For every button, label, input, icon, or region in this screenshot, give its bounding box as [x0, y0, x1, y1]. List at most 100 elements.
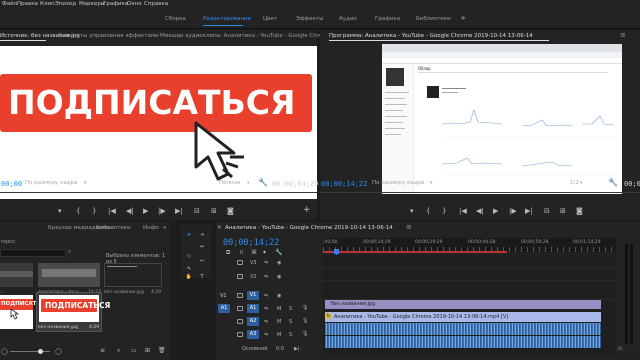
- program-marker-icon[interactable]: ▾: [410, 208, 414, 215]
- workspace-editing[interactable]: Редактирование: [203, 16, 251, 22]
- program-step-back-icon[interactable]: ◀|: [476, 208, 484, 215]
- workspace-audio[interactable]: Аудио: [339, 16, 357, 22]
- sync-lock-icon[interactable]: ⇋: [264, 306, 268, 312]
- program-resolution-dropdown[interactable]: 1/2: [570, 180, 579, 186]
- project-tabs-overflow-button[interactable]: »: [163, 225, 166, 231]
- eye-icon[interactable]: ◉: [277, 260, 281, 266]
- add-marker-icon[interactable]: ▾: [263, 249, 266, 256]
- timeline-close-icon[interactable]: ✕: [217, 225, 222, 231]
- slip-tool-icon[interactable]: ↦: [198, 257, 206, 265]
- clip-video[interactable]: fx Аналитика - YouTube - Google Chrome 2…: [325, 312, 601, 322]
- program-mark-out-icon[interactable]: }: [442, 208, 446, 215]
- timeline-wrench-icon[interactable]: 🔧: [275, 249, 282, 256]
- microphone-icon[interactable]: 🎙: [302, 305, 308, 311]
- find-icon[interactable]: ⌕: [117, 347, 120, 355]
- timeline-timecode[interactable]: 00;00;14;22: [223, 238, 279, 248]
- clip-image[interactable]: без названия.jpg: [325, 300, 601, 309]
- microphone-icon[interactable]: 🎙: [302, 318, 308, 324]
- project-search-input[interactable]: [0, 249, 66, 257]
- project-item-thumb-subscribe[interactable]: ПОДПИСАТЬСЯ: [0, 295, 49, 329]
- program-timecode[interactable]: 00;00;14;22: [321, 180, 367, 188]
- sort-icon[interactable]: ≡: [100, 347, 105, 354]
- program-mark-in-icon[interactable]: {: [426, 208, 430, 215]
- lift-icon[interactable]: ⊟: [544, 208, 550, 215]
- program-go-to-in-icon[interactable]: |◀: [459, 208, 467, 215]
- program-scrub-bar[interactable]: [320, 192, 640, 193]
- tab-info[interactable]: Инфо: [143, 225, 159, 231]
- zoom-slider-thumb[interactable]: [38, 349, 43, 354]
- program-resolution-chevron-icon[interactable]: ▾: [580, 180, 583, 186]
- workspace-libraries[interactable]: Библиотеки: [416, 16, 451, 22]
- program-fit-chevron-icon[interactable]: ▾: [430, 180, 433, 186]
- menu-file[interactable]: Файл: [2, 1, 17, 7]
- program-play-icon[interactable]: ▶: [493, 208, 498, 215]
- add-button-icon[interactable]: +: [303, 206, 311, 215]
- export-frame-icon[interactable]: ◙: [227, 208, 234, 215]
- play-icon[interactable]: ▶: [143, 208, 148, 215]
- lock-icon[interactable]: [237, 319, 243, 324]
- eye-icon[interactable]: ◉: [277, 274, 281, 280]
- overwrite-icon[interactable]: ⊞: [211, 208, 217, 215]
- delete-icon[interactable]: 🗑: [158, 347, 166, 354]
- menu-clip[interactable]: Клип: [40, 1, 55, 7]
- track-label-v1[interactable]: V1: [247, 291, 259, 300]
- mark-out-icon[interactable]: }: [92, 208, 96, 215]
- tab-effect-controls[interactable]: Элементы управления эффектами: [58, 33, 159, 39]
- program-wrench-icon[interactable]: 🔧: [608, 178, 618, 187]
- zoom-out-icon[interactable]: ◯: [1, 348, 8, 355]
- zoom-slider[interactable]: [10, 351, 50, 352]
- project-item-thumb[interactable]: [104, 263, 162, 287]
- master-go-to-end-icon[interactable]: ▶|: [294, 346, 300, 352]
- mute-button[interactable]: M: [277, 319, 281, 325]
- wrench-icon[interactable]: 🔧: [258, 178, 268, 187]
- clip-audio-a1[interactable]: [325, 323, 601, 335]
- mute-button[interactable]: M: [277, 306, 281, 312]
- microphone-icon[interactable]: 🎙: [302, 331, 308, 337]
- eye-icon[interactable]: ◉: [277, 293, 281, 299]
- workspace-assembly[interactable]: Сборка: [165, 16, 186, 22]
- program-export-frame-icon[interactable]: ◙: [576, 208, 583, 215]
- hand-tool-icon[interactable]: ✋: [185, 273, 193, 281]
- ripple-edit-tool-icon[interactable]: ↔: [198, 243, 206, 251]
- step-forward-icon[interactable]: |▶: [158, 208, 166, 215]
- tab-audio-clip-mixer[interactable]: Микшер аудиоклипа: Аналитика - YouTube -…: [160, 33, 356, 39]
- source-scrub-bar[interactable]: [0, 192, 317, 193]
- menu-sequence[interactable]: Эпизод: [55, 1, 76, 7]
- clip-audio-a2[interactable]: [325, 336, 601, 348]
- solo-button[interactable]: S: [289, 319, 292, 325]
- search-icon[interactable]: ⌕: [68, 248, 71, 256]
- time-ruler[interactable]: ;00;00 00;00;14;29 00;00;29;29 00;00;44;…: [323, 238, 640, 253]
- program-menu-icon[interactable]: ≡: [620, 31, 626, 39]
- track-label-a3[interactable]: A3: [247, 330, 259, 339]
- track-select-tool-icon[interactable]: ⇥: [198, 231, 206, 239]
- workspaces-overflow-button[interactable]: »: [461, 14, 465, 22]
- lock-icon[interactable]: [237, 274, 243, 279]
- new-item-icon[interactable]: ⊞: [145, 347, 150, 354]
- lock-icon[interactable]: [237, 306, 243, 311]
- menu-window[interactable]: Окно: [127, 1, 142, 7]
- program-go-to-out-icon[interactable]: ▶|: [525, 208, 533, 215]
- menu-edit[interactable]: Правка: [17, 1, 38, 7]
- sync-lock-icon[interactable]: ⇋: [264, 260, 268, 266]
- track-label-a2[interactable]: A2: [247, 317, 259, 326]
- source-fit-dropdown[interactable]: По размеру кадра: [25, 180, 77, 186]
- pen-tool-icon[interactable]: ✎: [185, 265, 193, 273]
- insert-icon[interactable]: ⊟: [194, 208, 200, 215]
- mute-button[interactable]: M: [277, 332, 281, 338]
- solo-button[interactable]: S: [289, 306, 292, 312]
- new-bin-icon[interactable]: ▭: [131, 347, 137, 354]
- source-fit-chevron-icon[interactable]: ▾: [84, 180, 87, 186]
- master-value[interactable]: 0,0: [276, 346, 284, 352]
- step-back-icon[interactable]: ◀|: [126, 208, 134, 215]
- linked-selection-icon[interactable]: ⌘: [251, 249, 257, 256]
- tab-sequence[interactable]: Аналитика - YouTube - Google Chrome 2019…: [225, 225, 393, 231]
- workspace-graphics[interactable]: Графика: [375, 16, 400, 22]
- source-timecode[interactable]: 00;00: [1, 180, 22, 188]
- marker-icon[interactable]: ▾: [58, 208, 62, 215]
- track-label-a1[interactable]: A1: [247, 304, 259, 313]
- project-item-thumb[interactable]: [38, 263, 100, 287]
- workspace-effects[interactable]: Эффекты: [296, 16, 324, 22]
- razor-tool-icon[interactable]: ◇: [185, 252, 193, 260]
- sync-lock-icon[interactable]: ⇋: [264, 293, 268, 299]
- tab-libraries[interactable]: Библиотеки: [96, 225, 131, 231]
